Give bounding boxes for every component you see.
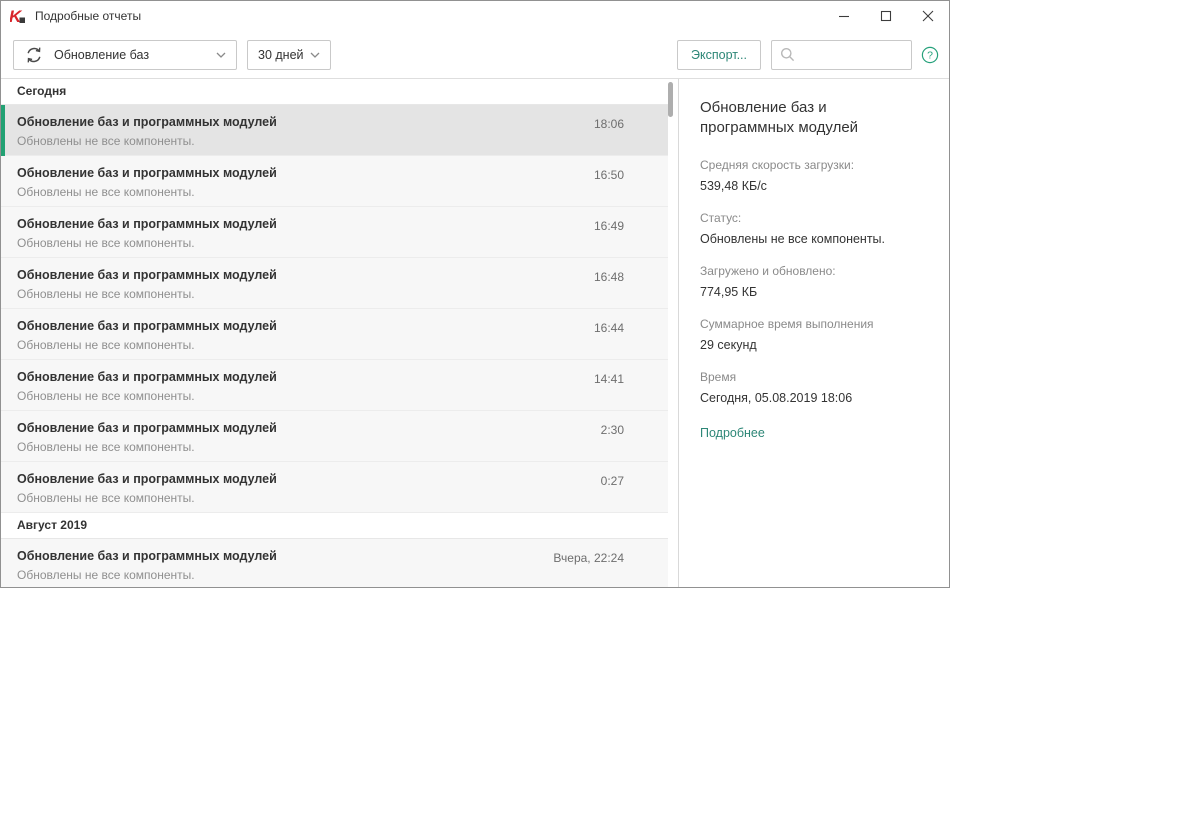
help-button[interactable]: ? bbox=[921, 46, 939, 64]
report-item-time: 2:30 bbox=[600, 423, 624, 437]
detailed-reports-window: K Подробные отчеты Обновление баз 30 дне… bbox=[0, 0, 950, 588]
question-circle-icon: ? bbox=[921, 46, 939, 63]
detail-field-label: Средняя скорость загрузки: bbox=[700, 157, 855, 172]
detail-field-value: 539,48 КБ/с bbox=[700, 178, 767, 193]
report-item-status: Обновлены не все компоненты. bbox=[17, 287, 195, 301]
window-title: Подробные отчеты bbox=[35, 9, 142, 23]
report-item-title: Обновление баз и программных модулей bbox=[17, 115, 277, 129]
maximize-icon bbox=[880, 10, 892, 22]
report-item-title: Обновление баз и программных модулей bbox=[17, 472, 277, 486]
report-item-title: Обновление баз и программных модулей bbox=[17, 166, 277, 180]
report-details-pane: Обновление баз и программных модулей Сре… bbox=[679, 79, 949, 587]
detail-field: Суммарное время выполнения 29 секунд bbox=[700, 315, 923, 354]
report-item-title: Обновление баз и программных модулей bbox=[17, 421, 277, 435]
minimize-button[interactable] bbox=[823, 1, 865, 31]
period-value: 30 дней bbox=[258, 47, 304, 62]
content-area: Сегодня Обновление баз и программных мод… bbox=[1, 79, 949, 587]
report-list-item[interactable]: Обновление баз и программных модулей Обн… bbox=[1, 539, 668, 587]
report-list-item[interactable]: Обновление баз и программных модулей Обн… bbox=[1, 462, 668, 513]
list-scrollbar-thumb[interactable] bbox=[668, 82, 673, 117]
list-section-header: Август 2019 bbox=[1, 513, 668, 539]
details-more-link[interactable]: Подробнее bbox=[700, 426, 765, 440]
details-fields: Средняя скорость загрузки: 539,48 КБ/с С… bbox=[700, 156, 923, 407]
list-section-header: Сегодня bbox=[1, 79, 668, 105]
report-item-time: 16:49 bbox=[593, 219, 624, 233]
report-list-item[interactable]: Обновление баз и программных модулей Обн… bbox=[1, 309, 668, 360]
report-item-title: Обновление баз и программных модулей bbox=[17, 370, 277, 384]
report-item-time: 18:06 bbox=[593, 117, 624, 131]
maximize-button[interactable] bbox=[865, 1, 907, 31]
detail-field-label: Статус: bbox=[700, 210, 742, 225]
detail-field-value: 774,95 КБ bbox=[700, 284, 758, 299]
detail-field: Статус: Обновлены не все компоненты. bbox=[700, 209, 923, 248]
report-item-status: Обновлены не все компоненты. bbox=[17, 440, 195, 454]
toolbar: Обновление баз 30 дней Экспорт... ? bbox=[1, 31, 949, 79]
report-list-item[interactable]: Обновление баз и программных модулей Обн… bbox=[1, 207, 668, 258]
report-item-status: Обновлены не все компоненты. bbox=[17, 338, 195, 352]
report-item-status: Обновлены не все компоненты. bbox=[17, 491, 195, 505]
report-list-item[interactable]: Обновление баз и программных модулей Обн… bbox=[1, 105, 668, 156]
svg-text:K: K bbox=[10, 8, 23, 25]
close-button[interactable] bbox=[907, 1, 949, 31]
report-list-item[interactable]: Обновление баз и программных модулей Обн… bbox=[1, 156, 668, 207]
search-icon bbox=[781, 48, 795, 62]
report-list-item[interactable]: Обновление баз и программных модулей Обн… bbox=[1, 360, 668, 411]
report-item-status: Обновлены не все компоненты. bbox=[17, 568, 195, 582]
period-dropdown[interactable]: 30 дней bbox=[247, 39, 331, 70]
kaspersky-logo-icon: K bbox=[10, 8, 25, 25]
detail-field-label: Суммарное время выполнения bbox=[700, 316, 874, 331]
report-list: Сегодня Обновление баз и программных мод… bbox=[1, 79, 668, 587]
detail-field-label: Время bbox=[700, 369, 737, 384]
report-item-time: Вчера, 22:24 bbox=[553, 551, 624, 565]
report-list-item[interactable]: Обновление баз и программных модулей Обн… bbox=[1, 258, 668, 309]
report-item-status: Обновлены не все компоненты. bbox=[17, 236, 195, 250]
refresh-icon bbox=[27, 47, 41, 62]
detail-field-value: Обновлены не все компоненты. bbox=[700, 231, 886, 246]
report-item-status: Обновлены не все компоненты. bbox=[17, 134, 195, 148]
detail-field: Загружено и обновлено: 774,95 КБ bbox=[700, 262, 923, 301]
report-item-time: 14:41 bbox=[593, 372, 624, 386]
window-controls bbox=[823, 1, 949, 31]
report-item-title: Обновление баз и программных модулей bbox=[17, 217, 277, 231]
search-input[interactable] bbox=[801, 46, 903, 63]
minimize-icon bbox=[839, 15, 849, 18]
detail-field-label: Загружено и обновлено: bbox=[700, 263, 836, 278]
report-list-pane: Сегодня Обновление баз и программных мод… bbox=[1, 79, 679, 587]
report-item-time: 16:44 bbox=[593, 321, 624, 335]
detail-field: Средняя скорость загрузки: 539,48 КБ/с bbox=[700, 156, 923, 195]
chevron-down-icon bbox=[216, 52, 226, 58]
search-box bbox=[771, 39, 912, 70]
report-item-time: 0:27 bbox=[600, 474, 624, 488]
close-icon bbox=[922, 10, 934, 22]
detail-field: Время Сегодня, 05.08.2019 18:06 bbox=[700, 368, 923, 407]
detail-field-value: Сегодня, 05.08.2019 18:06 bbox=[700, 390, 853, 405]
export-button[interactable]: Экспорт... bbox=[677, 39, 761, 70]
report-item-title: Обновление баз и программных модулей bbox=[17, 268, 277, 282]
report-item-time: 16:48 bbox=[593, 270, 624, 284]
report-list-item[interactable]: Обновление баз и программных модулей Обн… bbox=[1, 411, 668, 462]
chevron-down-icon bbox=[310, 52, 320, 58]
title-bar: K Подробные отчеты bbox=[1, 1, 949, 31]
report-item-title: Обновление баз и программных модулей bbox=[17, 319, 277, 333]
details-title: Обновление баз и программных модулей bbox=[700, 99, 859, 137]
detail-field-value: 29 секунд bbox=[700, 337, 757, 352]
report-item-status: Обновлены не все компоненты. bbox=[17, 389, 195, 403]
report-type-value: Обновление баз bbox=[54, 47, 150, 62]
svg-text:?: ? bbox=[927, 49, 933, 61]
report-type-dropdown[interactable]: Обновление баз bbox=[13, 39, 237, 70]
report-item-status: Обновлены не все компоненты. bbox=[17, 185, 195, 199]
report-item-time: 16:50 bbox=[593, 168, 624, 182]
